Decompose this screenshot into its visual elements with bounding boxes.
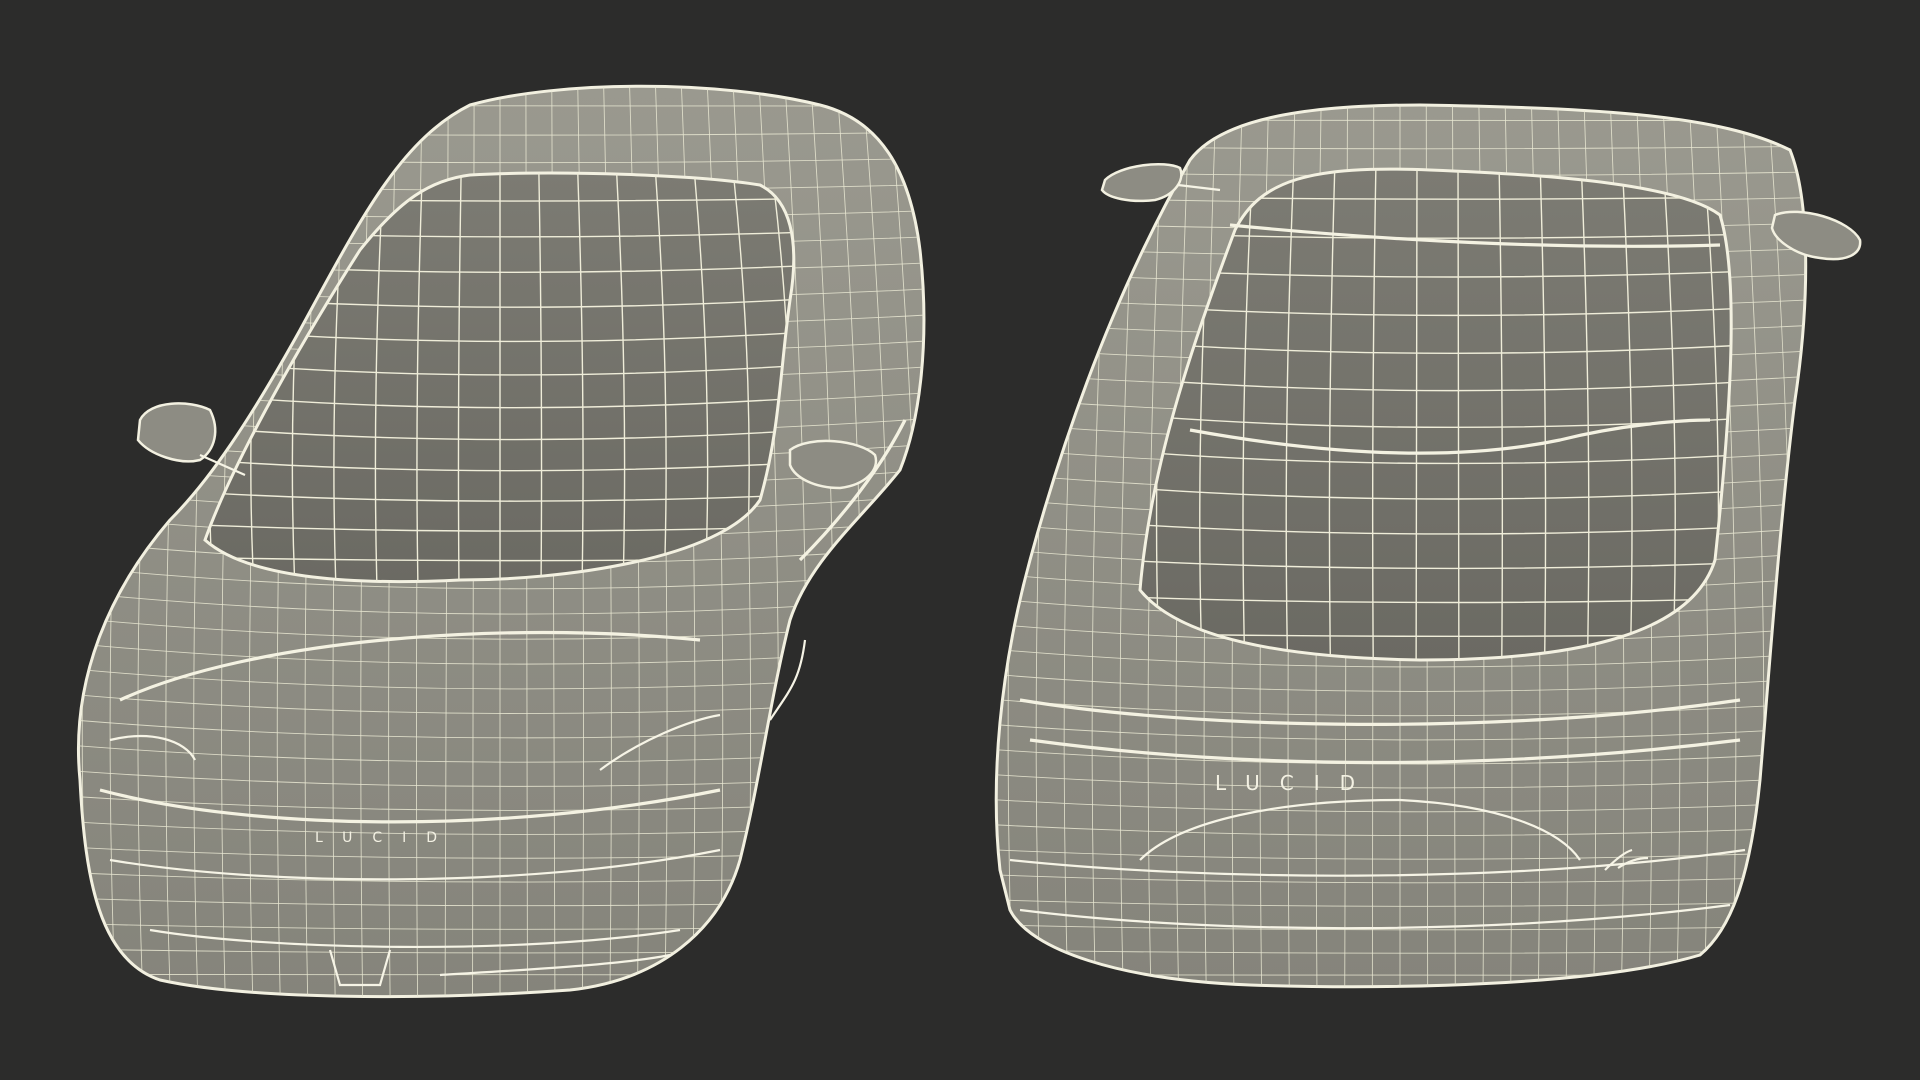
car-rear-three-quarter-view: LUCID [952, 95, 1862, 1000]
rear-badge: LUCID [1215, 771, 1375, 795]
mesh-line [952, 95, 980, 1000]
front-badge: LUCID [315, 830, 457, 846]
mesh-line [27, 80, 60, 1000]
rear-window [1138, 167, 1733, 662]
mesh-line [78, 86, 87, 997]
front-left-mirror [136, 402, 217, 463]
mesh-line [913, 86, 924, 997]
mesh-line [940, 80, 973, 1000]
wireframe-scene: LUCID LUCID [27, 80, 1862, 1000]
car-front-three-quarter-view: LUCID [27, 80, 973, 1000]
render-canvas: LUCID LUCID [0, 0, 1920, 1080]
